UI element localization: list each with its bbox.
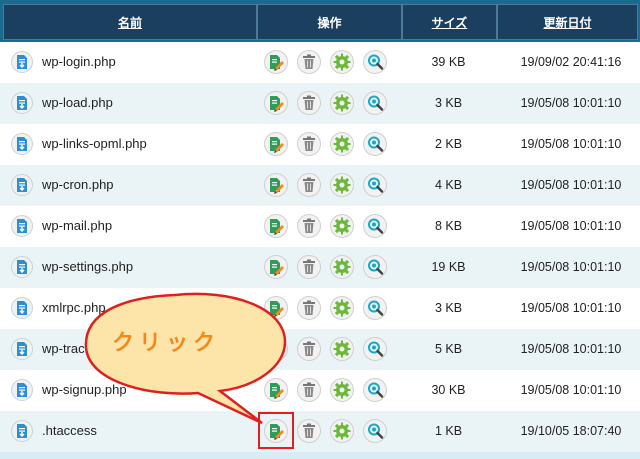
settings-button[interactable] xyxy=(330,337,354,361)
table-row: wp-login.php 39 KB 19/09/02 20:41:16 xyxy=(0,42,640,83)
delete-button[interactable] xyxy=(297,91,321,115)
column-header-ops-label: 操作 xyxy=(317,15,342,30)
table-row: wp-settings.php 19 KB 19/05/08 10:01:10 xyxy=(0,247,640,288)
settings-button[interactable] xyxy=(330,255,354,279)
file-size: 30 KB xyxy=(431,383,466,397)
settings-button[interactable] xyxy=(330,132,354,156)
delete-button[interactable] xyxy=(297,50,321,74)
file-download-icon[interactable] xyxy=(11,338,33,360)
file-date: 19/09/02 20:41:16 xyxy=(520,55,622,69)
search-button[interactable] xyxy=(363,132,387,156)
file-manager: 名前 操作 サイズ 更新日付 wp-login.php 39 KB 19/09/02… xyxy=(0,0,640,459)
file-date: 19/10/05 18:07:40 xyxy=(520,424,622,438)
settings-button[interactable] xyxy=(330,214,354,238)
click-callout xyxy=(84,292,287,425)
file-date: 19/05/08 10:01:10 xyxy=(520,260,622,274)
file-download-icon[interactable] xyxy=(11,174,33,196)
file-size: 39 KB xyxy=(431,55,466,69)
file-size: 3 KB xyxy=(434,301,463,315)
table-header: 名前 操作 サイズ 更新日付 xyxy=(0,0,640,42)
settings-button[interactable] xyxy=(330,173,354,197)
search-button[interactable] xyxy=(363,50,387,74)
file-name-link[interactable]: wp-cron.php xyxy=(42,177,114,192)
file-download-icon[interactable] xyxy=(11,51,33,73)
column-header-name[interactable]: 名前 xyxy=(3,4,257,40)
settings-button[interactable] xyxy=(330,50,354,74)
delete-button[interactable] xyxy=(297,214,321,238)
search-button[interactable] xyxy=(363,296,387,320)
delete-button[interactable] xyxy=(297,132,321,156)
file-name-link[interactable]: wp-load.php xyxy=(42,95,113,110)
settings-button[interactable] xyxy=(330,378,354,402)
column-header-size[interactable]: サイズ xyxy=(402,4,497,40)
file-download-icon[interactable] xyxy=(11,215,33,237)
column-header-ops: 操作 xyxy=(257,4,402,40)
settings-button[interactable] xyxy=(330,296,354,320)
file-date: 19/05/08 10:01:10 xyxy=(520,342,622,356)
file-date: 19/05/08 10:01:10 xyxy=(520,219,622,233)
delete-button[interactable] xyxy=(297,173,321,197)
edit-button[interactable] xyxy=(264,50,288,74)
search-button[interactable] xyxy=(363,255,387,279)
file-size: 8 KB xyxy=(434,219,463,233)
file-size: 4 KB xyxy=(434,178,463,192)
file-download-icon[interactable] xyxy=(11,256,33,278)
search-button[interactable] xyxy=(363,337,387,361)
file-name-link[interactable]: wp-settings.php xyxy=(42,259,133,274)
search-button[interactable] xyxy=(363,214,387,238)
column-header-date[interactable]: 更新日付 xyxy=(497,4,638,40)
file-download-icon[interactable] xyxy=(11,133,33,155)
table-row: wp-load.php 3 KB 19/05/08 10:01:10 xyxy=(0,83,640,124)
table-row: wp-links-opml.php 2 KB 19/05/08 10:01:10 xyxy=(0,124,640,165)
column-header-size-label: サイズ xyxy=(431,15,468,30)
file-name-link[interactable]: wp-mail.php xyxy=(42,218,112,233)
file-size: 19 KB xyxy=(431,260,466,274)
settings-button[interactable] xyxy=(330,91,354,115)
search-button[interactable] xyxy=(363,91,387,115)
file-date: 19/05/08 10:01:10 xyxy=(520,96,622,110)
column-header-name-label: 名前 xyxy=(117,15,142,30)
edit-button[interactable] xyxy=(264,173,288,197)
file-size: 1 KB xyxy=(434,424,463,438)
file-size: 2 KB xyxy=(434,137,463,151)
search-button[interactable] xyxy=(363,378,387,402)
edit-button[interactable] xyxy=(264,214,288,238)
edit-button[interactable] xyxy=(264,91,288,115)
file-name-link[interactable]: wp-links-opml.php xyxy=(42,136,147,151)
table-row: wp-mail.php 8 KB 19/05/08 10:01:10 xyxy=(0,206,640,247)
file-download-icon[interactable] xyxy=(11,379,33,401)
file-download-icon[interactable] xyxy=(11,297,33,319)
edit-highlight xyxy=(258,412,294,449)
file-size: 5 KB xyxy=(434,342,463,356)
file-download-icon[interactable] xyxy=(11,92,33,114)
file-download-icon[interactable] xyxy=(11,420,33,442)
column-header-date-label: 更新日付 xyxy=(543,15,592,30)
file-size: 3 KB xyxy=(434,96,463,110)
delete-button[interactable] xyxy=(297,255,321,279)
file-date: 19/05/08 10:01:10 xyxy=(520,383,622,397)
edit-button[interactable] xyxy=(264,132,288,156)
search-button[interactable] xyxy=(363,173,387,197)
settings-button[interactable] xyxy=(330,419,354,443)
file-date: 19/05/08 10:01:10 xyxy=(520,301,622,315)
table-row: wp-cron.php 4 KB 19/05/08 10:01:10 xyxy=(0,165,640,206)
edit-button[interactable] xyxy=(264,255,288,279)
file-date: 19/05/08 10:01:10 xyxy=(520,178,622,192)
callout-text: クリック xyxy=(112,330,221,355)
file-date: 19/05/08 10:01:10 xyxy=(520,137,622,151)
file-name-link[interactable]: wp-login.php xyxy=(42,54,116,69)
search-button[interactable] xyxy=(363,419,387,443)
